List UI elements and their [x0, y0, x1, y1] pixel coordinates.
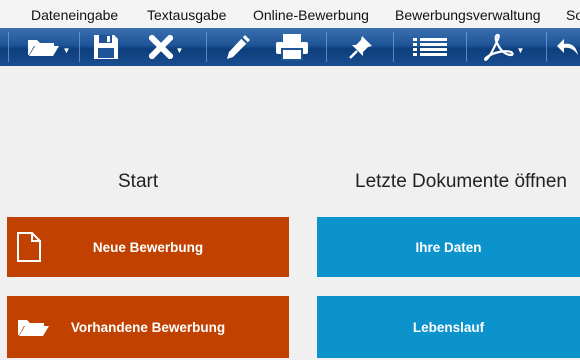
toolbar-separator: [8, 32, 9, 62]
list-button[interactable]: [408, 28, 452, 66]
edit-button[interactable]: [218, 28, 258, 66]
delete-x-icon: [148, 35, 173, 59]
menu-textausgabe[interactable]: Textausgabe: [147, 0, 226, 28]
toolbar-separator: [206, 32, 207, 62]
your-data-button[interactable]: Ihre Daten: [317, 217, 580, 277]
edit-pencil-icon: [227, 35, 250, 59]
recent-documents-heading: Letzte Dokumente öffnen: [355, 171, 567, 192]
chevron-down-icon: ▼: [175, 45, 184, 55]
your-data-label: Ihre Daten: [415, 239, 482, 255]
open-folder-icon: [27, 40, 59, 56]
back-arrow-icon: [557, 39, 578, 55]
print-button[interactable]: [270, 28, 314, 66]
new-application-button[interactable]: Neue Bewerbung: [7, 217, 289, 277]
toolbar-separator: [546, 32, 547, 62]
chevron-down-icon: ▼: [62, 45, 71, 55]
open-button[interactable]: ▼: [20, 28, 76, 66]
save-disk-icon: [94, 35, 118, 59]
chevron-down-icon: ▼: [516, 45, 525, 55]
list-icon: [413, 38, 447, 56]
toolbar: ▼ ▼ ▼: [0, 28, 580, 66]
menu-dateneingabe[interactable]: Dateneingabe: [31, 0, 118, 28]
menu-online-bewerbung[interactable]: Online-Bewerbung: [253, 0, 369, 28]
pin-button[interactable]: [342, 28, 380, 66]
toolbar-separator: [466, 32, 467, 62]
folder-icon: [18, 320, 49, 336]
pdf-icon: [483, 33, 514, 61]
new-document-icon: [17, 232, 41, 262]
menu-overflow[interactable]: So: [566, 0, 580, 28]
existing-application-button[interactable]: Vorhandene Bewerbung: [7, 296, 289, 358]
cv-label: Lebenslauf: [412, 319, 485, 335]
pin-icon: [349, 36, 372, 59]
toolbar-separator: [79, 32, 80, 62]
pdf-button[interactable]: ▼: [474, 28, 532, 66]
new-application-label: Neue Bewerbung: [92, 239, 204, 255]
save-button[interactable]: [86, 28, 126, 66]
existing-application-label: Vorhandene Bewerbung: [70, 319, 226, 335]
start-heading: Start: [118, 171, 159, 192]
toolbar-separator: [326, 32, 327, 62]
back-button[interactable]: [556, 28, 580, 66]
toolbar-separator: [393, 32, 394, 62]
delete-button[interactable]: ▼: [140, 28, 192, 66]
print-icon: [276, 34, 308, 61]
menu-bar: Dateneingabe Textausgabe Online-Bewerbun…: [0, 0, 580, 29]
cv-button[interactable]: Lebenslauf: [317, 296, 580, 358]
menu-bewerbungsverwaltung[interactable]: Bewerbungsverwaltung: [395, 0, 541, 28]
